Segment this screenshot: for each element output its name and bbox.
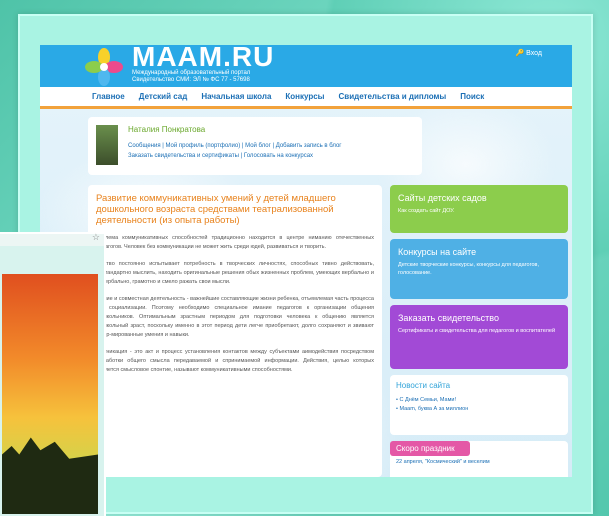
- sidebar-box-text: Детские творческие конкурсы, конкурсы дл…: [398, 262, 539, 276]
- login-label: Вход: [526, 50, 542, 57]
- profile-links-line1[interactable]: Сообщения | Мой профиль (портфолио) | Мо…: [128, 141, 418, 151]
- logo-subtitle-line1: Международный образовательный портал: [132, 70, 251, 76]
- article-paragraph: ммуникация - это акт и процесс установле…: [96, 349, 374, 373]
- article-title: Развитие коммуникативных умений у детей …: [96, 193, 336, 226]
- sidebar-box-contests[interactable]: Конкурсы на сайте Детские творческие кон…: [390, 239, 568, 299]
- news-item-text: Мааm, буква А за миллион: [399, 406, 469, 412]
- site-news-panel: Новости сайта • С Днём Семьи, Мами! • Ма…: [390, 375, 568, 435]
- nav-item-contests[interactable]: Конкурсы: [285, 92, 324, 101]
- login-link[interactable]: 🔑 Вход: [515, 49, 542, 57]
- nav-item-certificates[interactable]: Свидетельства и дипломы: [339, 92, 447, 101]
- article-paragraph: роблема коммуникативных способностей тра…: [96, 235, 374, 250]
- star-icon[interactable]: ☆: [92, 232, 100, 243]
- site-logo-text[interactable]: MAAM.RU: [132, 45, 274, 73]
- sidebar-box-title: Конкурсы на сайте: [398, 247, 477, 257]
- profile-links[interactable]: Сообщения | Мой профиль (портфолио) | Мо…: [128, 141, 418, 161]
- article-panel: Развитие коммуникативных умений у детей …: [88, 185, 382, 477]
- news-item[interactable]: • С Днём Семьи, Мами!: [396, 396, 562, 405]
- nav-item-main[interactable]: Главное: [92, 92, 125, 101]
- upcoming-holiday-panel: Скоро праздник 22 апреля, "Космический" …: [390, 441, 568, 477]
- holiday-title: Скоро праздник: [390, 441, 470, 456]
- avatar[interactable]: [96, 125, 118, 165]
- sidebar-box-kindergarten-sites[interactable]: Сайты детских садов Как создать сайт ДОУ…: [390, 185, 568, 233]
- profile-links-line2[interactable]: Заказать свидетельства и сертификаты | Г…: [128, 151, 418, 161]
- sidebar-box-text: Сертификаты и свидетельства для педагого…: [398, 328, 556, 334]
- main-nav: Главное Детский сад Начальная школа Конк…: [40, 87, 572, 109]
- nav-item-primary-school[interactable]: Начальная школа: [201, 92, 271, 101]
- sidebar-box-title: Заказать свидетельство: [398, 313, 499, 323]
- holiday-text[interactable]: 22 апреля, "Космический" и веселим: [390, 456, 568, 468]
- logo-subtitle-line2: Свидетельство СМИ: ЭЛ № ФС 77 - 57698: [132, 77, 250, 83]
- article-paragraph: щение и совместная деятельность - важней…: [96, 296, 374, 338]
- overlay-window: ☆: [0, 232, 106, 516]
- profile-name[interactable]: Наталия Понкратова: [128, 125, 205, 134]
- news-item[interactable]: • Мааm, буква А за миллион: [396, 405, 562, 414]
- site-header: MAAM.RU Международный образовательный по…: [40, 45, 572, 87]
- nav-item-search[interactable]: Поиск: [460, 92, 484, 101]
- overlay-title-bar: ☆: [0, 232, 104, 246]
- article-paragraph: ществo постоянно испытывает потребность …: [96, 261, 374, 285]
- news-item-text: С Днём Семьи, Мами!: [399, 397, 456, 403]
- news-title: Новости сайта: [396, 381, 451, 390]
- nav-item-kindergarten[interactable]: Детский сад: [139, 92, 188, 101]
- sidebar-box-order-certificate[interactable]: Заказать свидетельство Сертификаты и сви…: [390, 305, 568, 369]
- sidebar-box-title: Сайты детских садов: [398, 193, 487, 203]
- flower-logo-icon[interactable]: [84, 47, 124, 87]
- user-profile-panel: Наталия Понкратова Сообщения | Мой профи…: [88, 117, 422, 175]
- site-logo-subtitle: Международный образовательный портал Сви…: [132, 70, 250, 84]
- website-viewport: MAAM.RU Международный образовательный по…: [40, 45, 572, 477]
- sidebar-box-text: Как создать сайт ДОУ.: [398, 208, 455, 214]
